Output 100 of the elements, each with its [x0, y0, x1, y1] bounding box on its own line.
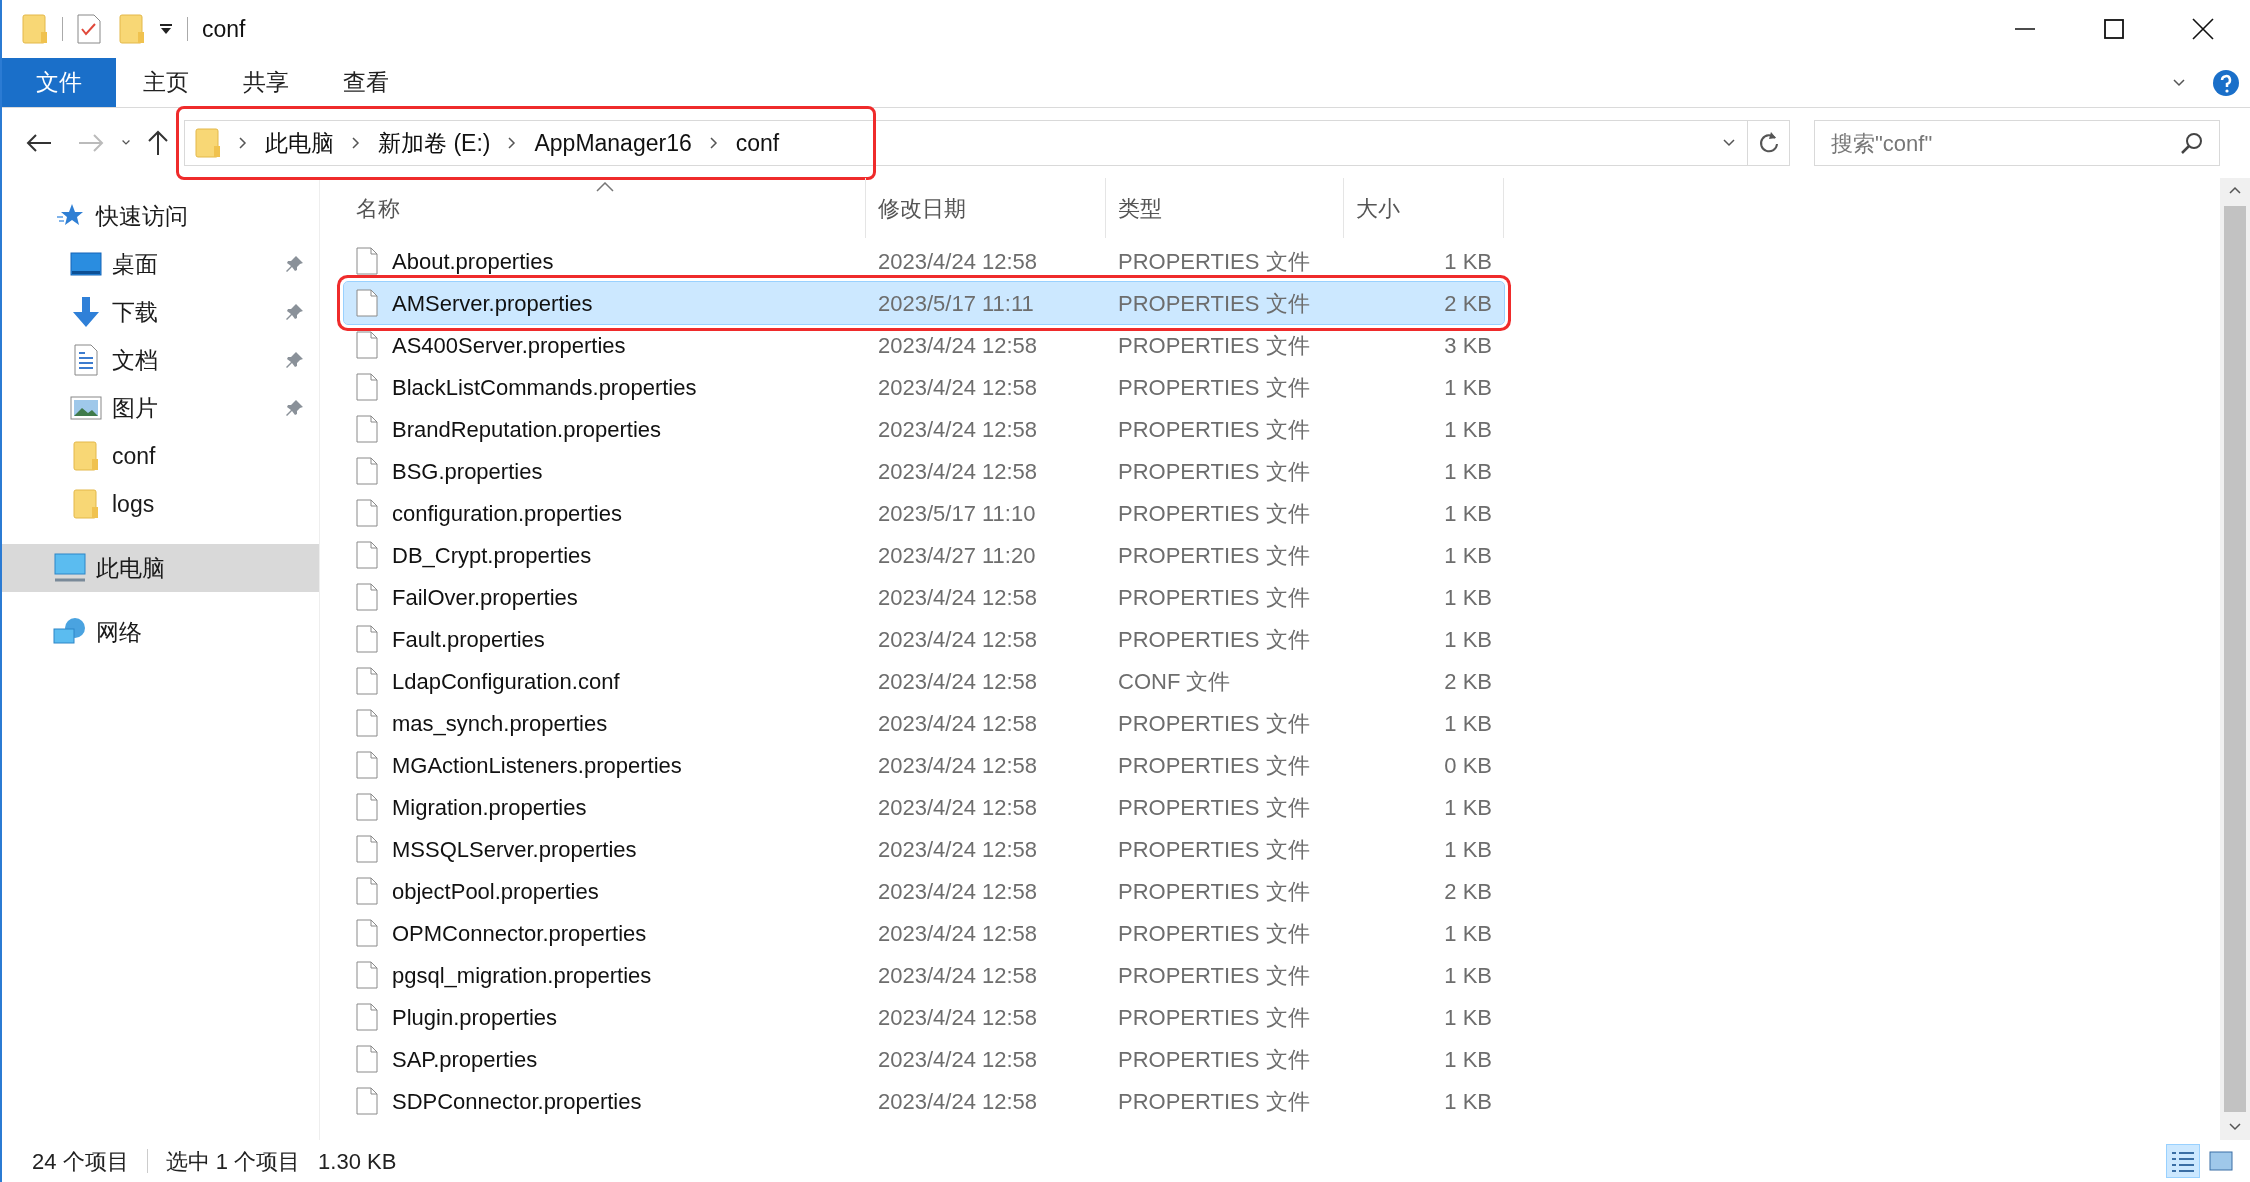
file-icon [356, 625, 378, 653]
file-size: 1 KB [1443, 541, 1493, 570]
file-icon [356, 499, 378, 527]
file-icon [356, 583, 378, 611]
file-row[interactable]: Fault.properties 2023/4/24 12:58 PROPERTIES 文件 1 KB [344, 618, 1504, 660]
breadcrumb-item[interactable]: AppManager16 [534, 125, 692, 161]
modified-date: 2023/5/17 11:11 [877, 289, 1035, 318]
up-arrow-icon[interactable] [146, 130, 170, 156]
modified-date: 2023/4/24 12:58 [877, 793, 1039, 822]
file-row[interactable]: Plugin.properties 2023/4/24 12:58 PROPERTIES 文件 1 KB [344, 996, 1504, 1038]
pin-icon[interactable] [285, 254, 305, 274]
file-size: 1 KB [1443, 1003, 1493, 1032]
breadcrumb-item[interactable]: 新加卷 (E:) [378, 125, 491, 161]
modified-date: 2023/4/24 12:58 [877, 751, 1039, 780]
file-row[interactable]: BlackListCommands.properties 2023/4/24 12:58 PROPERTIES 文件 1 KB [344, 366, 1504, 408]
file-row[interactable]: About.properties 2023/4/24 12:58 PROPERTIES 文件 1 KB [344, 240, 1504, 282]
file-size: 1 KB [1443, 625, 1493, 654]
file-size: 1 KB [1443, 919, 1493, 948]
breadcrumb-item[interactable]: conf [735, 125, 780, 161]
file-row[interactable]: configuration.properties 2023/5/17 11:10 PROPERTIES 文件 1 KB [344, 492, 1504, 534]
breadcrumb-item[interactable]: 此电脑 [265, 125, 334, 161]
column-header[interactable]: 类型 [1106, 178, 1344, 238]
file-row[interactable]: DB_Crypt.properties 2023/4/27 11:20 PROPERTIES 文件 1 KB [344, 534, 1504, 576]
properties-icon[interactable] [77, 14, 101, 44]
file-size: 1 KB [1443, 961, 1493, 990]
pin-icon[interactable] [285, 302, 305, 322]
chevron-right-icon [707, 136, 720, 150]
modified-date: 2023/4/24 12:58 [877, 961, 1039, 990]
file-type: PROPERTIES 文件 [1117, 835, 1311, 864]
ribbon-tab[interactable]: 主页 [116, 58, 216, 107]
search-field[interactable]: 搜索"conf" [1814, 120, 2220, 166]
file-row[interactable]: BSG.properties 2023/4/24 12:58 PROPERTIES 文件 1 KB [344, 450, 1504, 492]
pin-icon[interactable] [285, 398, 305, 418]
modified-date: 2023/4/24 12:58 [877, 247, 1039, 276]
download-arrow-icon [71, 296, 101, 328]
modified-date: 2023/4/24 12:58 [877, 1087, 1039, 1116]
sidebar-item[interactable]: conf [2, 432, 319, 480]
sidebar-label: 此电脑 [96, 553, 165, 583]
details-view-button[interactable] [2166, 1144, 2200, 1178]
ribbon-tab[interactable]: 共享 [216, 58, 316, 107]
ribbon-tab[interactable]: 查看 [316, 58, 416, 107]
file-row[interactable]: mas_synch.properties 2023/4/24 12:58 PROPERTIES 文件 1 KB [344, 702, 1504, 744]
modified-date: 2023/4/24 12:58 [877, 1045, 1039, 1074]
network-icon [53, 617, 87, 647]
dropdown-caret-icon[interactable] [159, 23, 173, 35]
file-row[interactable]: LdapConfiguration.conf 2023/4/24 12:58 CONF 文件 2 KB [344, 660, 1504, 702]
pin-icon[interactable] [285, 350, 305, 370]
file-type: PROPERTIES 文件 [1117, 751, 1311, 780]
sidebar-item[interactable]: 此电脑 [2, 544, 319, 592]
file-row[interactable]: pgsql_migration.properties 2023/4/24 12:58 PROPERTIES 文件 1 KB [344, 954, 1504, 996]
file-row[interactable]: OPMConnector.properties 2023/4/24 12:58 PROPERTIES 文件 1 KB [344, 912, 1504, 954]
file-name: DB_Crypt.properties [392, 541, 592, 570]
modified-date: 2023/4/24 12:58 [877, 667, 1039, 696]
sidebar-item[interactable]: logs [2, 480, 319, 528]
sidebar-item[interactable]: 网络 [2, 608, 319, 656]
modified-date: 2023/4/24 12:58 [877, 1003, 1039, 1032]
sidebar-item[interactable]: 桌面 [2, 240, 319, 288]
file-row[interactable]: FailOver.properties 2023/4/24 12:58 PROPERTIES 文件 1 KB [344, 576, 1504, 618]
sidebar-item[interactable]: 文档 [2, 336, 319, 384]
file-icon [356, 1045, 378, 1073]
sidebar-label: 下载 [112, 297, 158, 327]
sidebar-item[interactable]: 快速访问 [2, 192, 319, 240]
file-row[interactable]: MSSQLServer.properties 2023/4/24 12:58 PROPERTIES 文件 1 KB [344, 828, 1504, 870]
column-header[interactable]: 修改日期 [866, 178, 1106, 238]
file-row[interactable]: BrandReputation.properties 2023/4/24 12:58 PROPERTIES 文件 1 KB [344, 408, 1504, 450]
address-bar[interactable]: 此电脑 新加卷 (E:) AppManager16 conf [184, 120, 1790, 166]
file-row[interactable]: SDPConnector.properties 2023/4/24 12:58 PROPERTIES 文件 1 KB [344, 1080, 1504, 1122]
file-menu-button[interactable]: 文件 [2, 58, 116, 107]
file-name: mas_synch.properties [392, 709, 608, 738]
file-row[interactable]: Migration.properties 2023/4/24 12:58 PROPERTIES 文件 1 KB [344, 786, 1504, 828]
file-type: PROPERTIES 文件 [1117, 877, 1311, 906]
help-icon[interactable] [2212, 68, 2240, 97]
file-name: BlackListCommands.properties [392, 373, 697, 402]
file-name: AS400Server.properties [392, 331, 626, 360]
file-row[interactable]: SAP.properties 2023/4/24 12:58 PROPERTIES 文件 1 KB [344, 1038, 1504, 1080]
back-arrow-icon[interactable] [26, 133, 52, 153]
scrollbar-thumb[interactable] [2224, 206, 2246, 1112]
file-size: 1 KB [1443, 709, 1493, 738]
file-row[interactable]: MGActionListeners.properties 2023/4/24 12:58 PROPERTIES 文件 0 KB [344, 744, 1504, 786]
close-icon[interactable] [2192, 18, 2214, 40]
sidebar-item[interactable]: 下载 [2, 288, 319, 336]
sidebar-item[interactable]: 图片 [2, 384, 319, 432]
column-header[interactable]: 名称 [344, 178, 866, 238]
scrollbar[interactable] [2220, 178, 2250, 1140]
file-icon [356, 919, 378, 947]
sidebar-label: 快速访问 [96, 201, 188, 231]
sort-caret-icon [596, 182, 614, 192]
file-size: 0 KB [1443, 751, 1493, 780]
file-icon [356, 1003, 378, 1031]
search-input[interactable]: 搜索"conf" [1831, 126, 2181, 160]
file-type: PROPERTIES 文件 [1117, 1045, 1311, 1074]
file-row[interactable]: AS400Server.properties 2023/4/24 12:58 PROPERTIES 文件 3 KB [344, 324, 1504, 366]
column-header[interactable]: 大小 [1344, 178, 1504, 238]
maximize-icon[interactable] [2104, 19, 2124, 39]
folder-icon [73, 489, 99, 519]
file-type: PROPERTIES 文件 [1117, 1087, 1311, 1116]
search-icon [2181, 132, 2203, 154]
file-icon [356, 373, 378, 401]
file-row[interactable]: objectPool.properties 2023/4/24 12:58 PROPERTIES 文件 2 KB [344, 870, 1504, 912]
sidebar-label: 文档 [112, 345, 158, 375]
